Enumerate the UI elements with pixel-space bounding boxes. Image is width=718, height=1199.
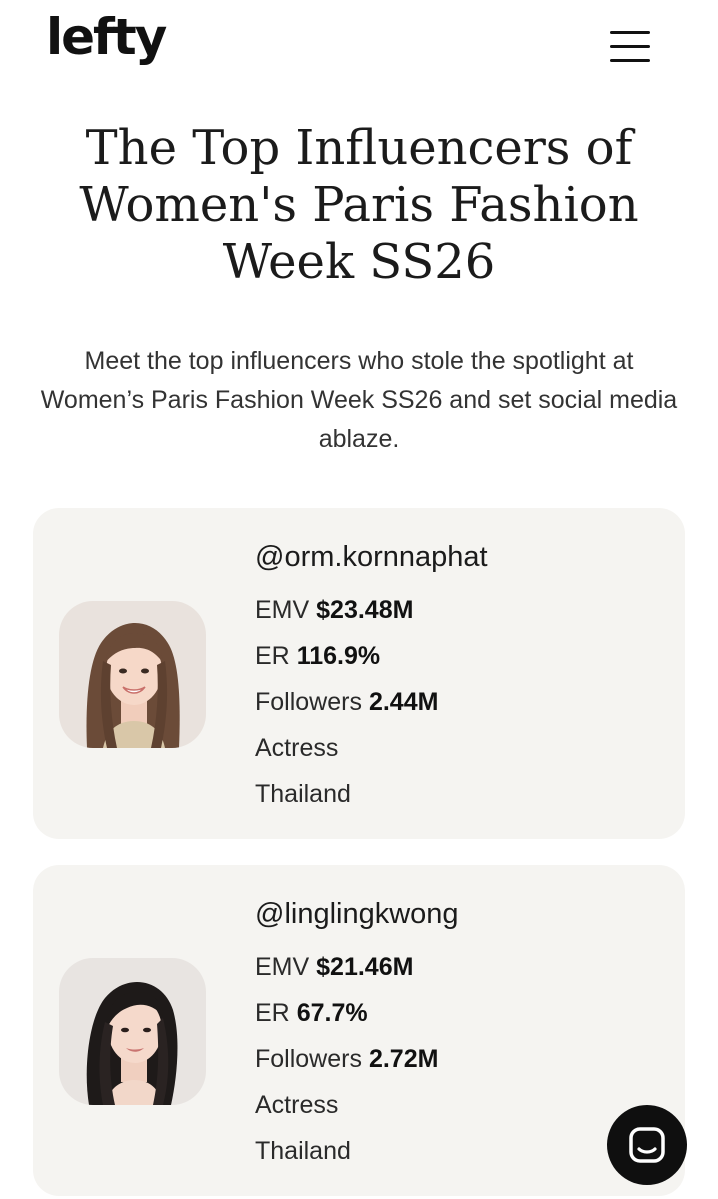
- influencer-info: @linglingkwong EMV $21.46M ER 67.7% Foll…: [255, 892, 665, 1174]
- emv-value: $21.46M: [316, 953, 414, 981]
- influencer-handle[interactable]: @orm.kornnaphat: [255, 535, 665, 579]
- chat-icon: [629, 1127, 665, 1163]
- emv-row: EMV $21.46M: [255, 944, 665, 990]
- emv-value: $23.48M: [316, 596, 414, 624]
- influencer-handle[interactable]: @linglingkwong: [255, 892, 665, 936]
- emv-label: EMV: [255, 953, 310, 981]
- chat-button[interactable]: [607, 1105, 687, 1185]
- avatar: [59, 601, 206, 748]
- followers-value: 2.72M: [368, 1045, 439, 1073]
- lefty-logo[interactable]: lefty: [46, 8, 167, 66]
- menu-line: [610, 45, 650, 48]
- emv-label: EMV: [255, 596, 310, 624]
- er-label: ER: [255, 999, 290, 1027]
- influencer-card[interactable]: @linglingkwong EMV $21.46M ER 67.7% Foll…: [33, 865, 685, 1196]
- er-value: 116.9%: [296, 642, 381, 670]
- page-subtitle: Meet the top influencers who stole the s…: [40, 347, 678, 453]
- avatar-photo-image: [59, 601, 206, 748]
- followers-label: Followers: [255, 1045, 362, 1073]
- menu-line: [610, 31, 650, 34]
- country-text: Thailand: [255, 1137, 351, 1165]
- followers-value: 2.44M: [368, 688, 439, 716]
- er-value: 67.7%: [296, 999, 368, 1027]
- er-row: ER 67.7%: [255, 990, 665, 1036]
- menu-line: [610, 59, 650, 62]
- category-text: Actress: [255, 734, 339, 762]
- er-label: ER: [255, 642, 290, 670]
- avatar: [59, 958, 206, 1105]
- followers-label: Followers: [255, 688, 362, 716]
- site-header: lefty: [0, 0, 718, 100]
- emv-row: EMV $23.48M: [255, 587, 665, 633]
- influencer-info: @orm.kornnaphat EMV $23.48M ER 116.9% Fo…: [255, 535, 665, 817]
- influencer-card[interactable]: @orm.kornnaphat EMV $23.48M ER 116.9% Fo…: [33, 508, 685, 839]
- er-row: ER 116.9%: [255, 633, 665, 679]
- country-text: Thailand: [255, 780, 351, 808]
- hamburger-menu-icon[interactable]: [604, 26, 656, 68]
- page-title: The Top Influencers of Women's Paris Fas…: [79, 120, 639, 290]
- followers-row: Followers 2.72M: [255, 1036, 665, 1082]
- category-text: Actress: [255, 1091, 339, 1119]
- followers-row: Followers 2.44M: [255, 679, 665, 725]
- avatar-photo-image: [59, 958, 206, 1105]
